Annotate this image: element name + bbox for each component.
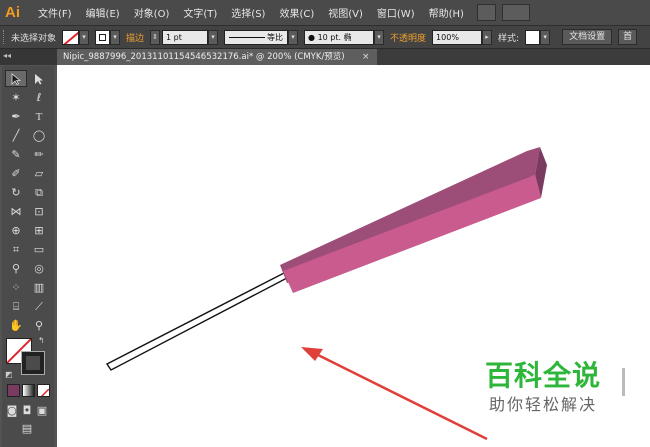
watermark-title: 百科全说 — [485, 359, 602, 392]
selection-status: 未选择对象 — [11, 33, 57, 44]
profile-dropdown-icon[interactable]: ▾ — [288, 29, 299, 45]
rotate-tool-icon[interactable]: ↻ — [5, 184, 27, 201]
zoom-tool-icon[interactable]: ⚲ — [28, 317, 50, 334]
default-colors-icon[interactable]: ◩ — [5, 370, 13, 379]
opacity-dropdown-icon[interactable]: ▸ — [482, 29, 493, 45]
toolbar-header: ◂◂ — [0, 49, 57, 65]
opacity-label[interactable]: 不透明度 — [390, 31, 426, 44]
menu-window[interactable]: 窗口(W) — [370, 5, 422, 20]
shape-builder-tool-icon[interactable]: ⊕ — [5, 222, 27, 239]
paintbrush-tool-icon[interactable]: ✎ — [5, 146, 27, 163]
brush-definition-field[interactable]: ● 10 pt. 椭 — [304, 29, 375, 45]
gradient-tool-icon[interactable]: ▭ — [28, 241, 50, 258]
gradient-mode-icon[interactable] — [22, 384, 35, 397]
blob-brush-tool-icon[interactable]: ✐ — [5, 165, 27, 182]
profile-label: 等比 — [267, 32, 284, 42]
fill-swatch[interactable] — [62, 29, 80, 45]
menu-view[interactable]: 视图(V) — [321, 5, 370, 20]
brush-label: 10 pt. 椭 — [317, 32, 352, 42]
document-tab-bar: Nipic_9887996_20131101154546532176.ai* @… — [57, 49, 650, 65]
screen-mode-icon[interactable]: ▤ — [16, 420, 38, 437]
draw-normal-icon[interactable]: ◙ — [5, 402, 19, 419]
draw-behind-icon[interactable]: ◘ — [20, 402, 34, 419]
menu-items: 文件(F) 编辑(E) 对象(O) 文字(T) 选择(S) 效果(C) 视图(V… — [31, 5, 471, 20]
app-logo: Ai — [0, 0, 25, 25]
artboard-canvas[interactable]: 百科全说 助你轻松解决 — [57, 65, 650, 447]
annotation-arrow-head — [301, 347, 323, 361]
watermark-subtitle: 助你轻松解决 — [489, 395, 598, 414]
stroke-color-box[interactable] — [21, 351, 45, 375]
color-mode-icon[interactable] — [7, 384, 20, 397]
arrange-documents-button[interactable] — [501, 4, 530, 21]
stroke-dropdown-icon[interactable]: ▾ — [110, 29, 121, 45]
stroke-weight-dropdown-icon[interactable]: ▾ — [208, 29, 219, 45]
style-label: 样式: — [498, 33, 520, 44]
collapse-icon[interactable]: ◂◂ — [3, 51, 11, 60]
preferences-button[interactable]: 首 — [618, 29, 638, 45]
tools-panel: ✶ ℓ ✒ T ╱ ◯ ✎ ✏ ✐ ▱ ↻ ⧉ ⋈ ⊡ ⊕ ⊞ ⌗ ▭ ⚲ ◎ … — [2, 66, 54, 447]
ellipse-tool-icon[interactable]: ◯ — [28, 127, 50, 144]
eyedropper-tool-icon[interactable]: ⚲ — [5, 260, 27, 277]
menu-type[interactable]: 文字(T) — [176, 5, 224, 20]
document-tab[interactable]: Nipic_9887996_20131101154546532176.ai* @… — [57, 49, 377, 65]
control-bar-grip[interactable] — [3, 30, 8, 44]
variable-width-profile[interactable]: 等比 — [224, 29, 289, 45]
control-bar: 未选择对象 ▾ ▾ 描边 ⇕ 1 pt ▾ 等比 ▾ ● 10 pt. 椭 ▾ … — [0, 26, 650, 49]
menu-file[interactable]: 文件(F) — [31, 5, 79, 20]
bridge-button[interactable] — [476, 4, 496, 21]
document-tab-title: Nipic_9887996_20131101154546532176.ai* @… — [63, 52, 345, 62]
draw-inside-icon[interactable]: ▣ — [35, 402, 49, 419]
selection-tool-icon[interactable] — [5, 70, 27, 87]
menu-select[interactable]: 选择(S) — [224, 5, 272, 20]
artboard-tool-icon[interactable]: ⌸ — [5, 298, 27, 315]
hand-tool-icon[interactable]: ✋ — [5, 317, 27, 334]
close-icon[interactable]: × — [362, 49, 370, 65]
annotation-arrow-line — [309, 349, 488, 441]
magic-wand-tool-icon[interactable]: ✶ — [5, 89, 27, 106]
fill-dropdown-icon[interactable]: ▾ — [79, 29, 90, 45]
slice-tool-icon[interactable]: ⟋ — [28, 298, 50, 315]
line-tool-icon[interactable]: ╱ — [5, 127, 27, 144]
umbrella-front-face[interactable] — [283, 175, 541, 293]
free-transform-tool-icon[interactable]: ⊡ — [28, 203, 50, 220]
document-setup-button[interactable]: 文档设置 — [562, 29, 613, 45]
stroke-swatch[interactable] — [95, 29, 111, 45]
style-dropdown-icon[interactable]: ▾ — [540, 29, 551, 45]
direct-selection-tool-icon[interactable] — [28, 70, 50, 87]
menu-effect[interactable]: 效果(C) — [272, 5, 321, 20]
pen-tool-icon[interactable]: ✒ — [5, 108, 27, 125]
pencil-tool-icon[interactable]: ✏ — [28, 146, 50, 163]
width-tool-icon[interactable]: ⋈ — [5, 203, 27, 220]
swap-colors-icon[interactable]: ↰ — [38, 336, 45, 345]
scale-tool-icon[interactable]: ⧉ — [28, 184, 50, 201]
opacity-field[interactable]: 100% — [432, 29, 483, 45]
column-graph-tool-icon[interactable]: ▥ — [28, 279, 50, 296]
menu-object[interactable]: 对象(O) — [127, 5, 177, 20]
umbrella-handle[interactable] — [105, 272, 288, 371]
blend-tool-icon[interactable]: ◎ — [28, 260, 50, 277]
stroke-weight-field[interactable]: 1 pt — [162, 29, 209, 45]
lasso-tool-icon[interactable]: ℓ — [28, 89, 50, 106]
stroke-label[interactable]: 描边 — [126, 31, 144, 44]
eraser-tool-icon[interactable]: ▱ — [28, 165, 50, 182]
menu-bar: Ai 文件(F) 编辑(E) 对象(O) 文字(T) 选择(S) 效果(C) 视… — [0, 0, 650, 26]
watermark-divider — [622, 368, 625, 396]
profile-line — [229, 36, 266, 38]
mesh-tool-icon[interactable]: ⌗ — [5, 241, 27, 258]
type-tool-icon[interactable]: T — [28, 108, 50, 125]
brush-dropdown-icon[interactable]: ▾ — [374, 29, 385, 45]
menu-help[interactable]: 帮助(H) — [422, 5, 471, 20]
stroke-stepper-icon[interactable]: ⇕ — [150, 29, 161, 45]
symbol-sprayer-tool-icon[interactable]: ⁘ — [5, 279, 27, 296]
menu-edit[interactable]: 编辑(E) — [79, 5, 127, 20]
graphic-style-swatch[interactable] — [525, 29, 541, 45]
none-mode-icon[interactable] — [37, 384, 50, 397]
perspective-grid-tool-icon[interactable]: ⊞ — [28, 222, 50, 239]
